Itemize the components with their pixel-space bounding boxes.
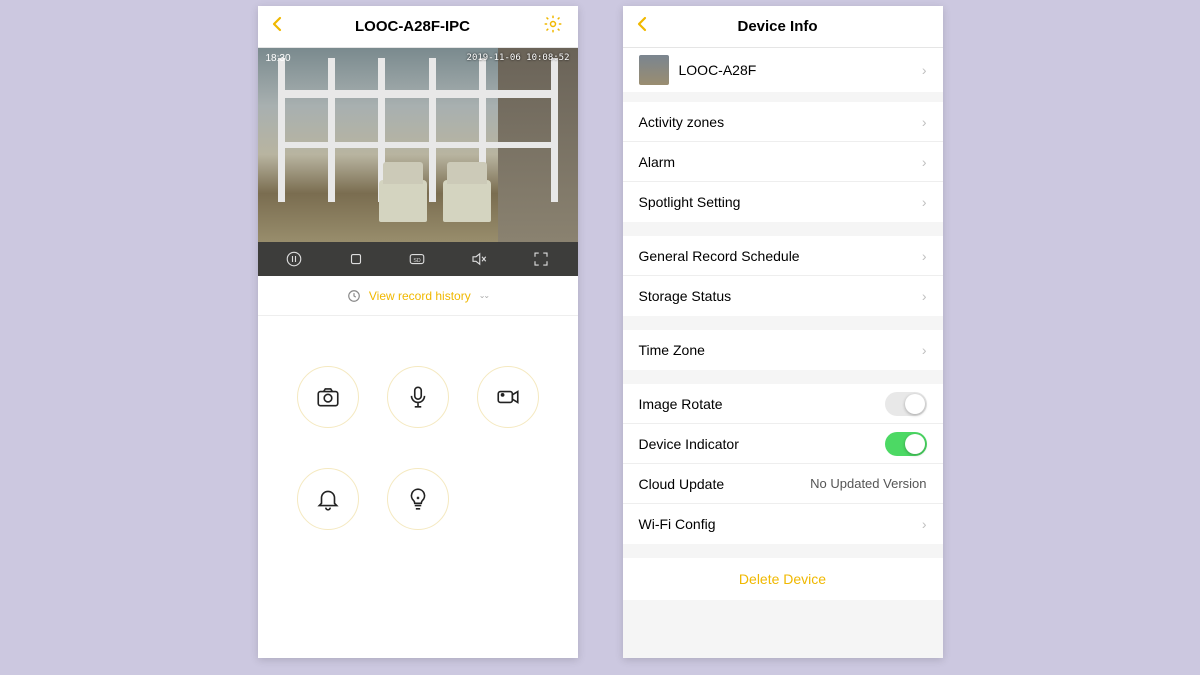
row-label: Time Zone xyxy=(639,342,705,358)
page-title: Device Info xyxy=(737,18,817,35)
device-indicator-row: Device Indicator xyxy=(623,424,943,464)
storage-status-row[interactable]: Storage Status › xyxy=(623,276,943,316)
chevron-right-icon: › xyxy=(922,114,927,130)
overlay-clock: 18:30 xyxy=(266,53,291,64)
back-button[interactable] xyxy=(272,16,282,37)
device-indicator-toggle[interactable] xyxy=(885,432,927,456)
row-label: Image Rotate xyxy=(639,396,723,412)
fullscreen-icon[interactable] xyxy=(532,250,550,268)
header: Device Info xyxy=(623,6,943,48)
chevron-right-icon: › xyxy=(922,288,927,304)
settings-button[interactable] xyxy=(543,14,563,39)
spotlight-row[interactable]: Spotlight Setting › xyxy=(623,182,943,222)
device-name-row[interactable]: LOOC-A28F › xyxy=(623,48,943,92)
record-schedule-row[interactable]: General Record Schedule › xyxy=(623,236,943,276)
history-icon xyxy=(347,289,361,303)
chevron-right-icon: › xyxy=(922,342,927,358)
chevron-right-icon: › xyxy=(922,516,927,532)
light-button[interactable] xyxy=(387,468,449,530)
live-view-screen: LOOC-A28F-IPC 18:30 2019-11-06 10:08:52 … xyxy=(258,6,578,658)
alert-button[interactable] xyxy=(297,468,359,530)
page-title: LOOC-A28F-IPC xyxy=(355,18,470,35)
chevron-right-icon: › xyxy=(922,194,927,210)
record-button[interactable] xyxy=(477,366,539,428)
alarm-row[interactable]: Alarm › xyxy=(623,142,943,182)
row-label: Storage Status xyxy=(639,288,732,304)
bulb-icon xyxy=(405,486,431,512)
time-zone-row[interactable]: Time Zone › xyxy=(623,330,943,370)
expand-icon: ⌄⌄ xyxy=(479,291,488,300)
activity-zones-row[interactable]: Activity zones › xyxy=(623,102,943,142)
sd-quality-icon[interactable]: SD xyxy=(408,250,426,268)
cloud-update-value: No Updated Version xyxy=(810,476,926,491)
pause-icon[interactable] xyxy=(285,250,303,268)
camera-icon xyxy=(315,384,341,410)
chevron-right-icon: › xyxy=(922,248,927,264)
history-button[interactable]: View record history ⌄⌄ xyxy=(258,276,578,316)
chevron-right-icon: › xyxy=(922,154,927,170)
delete-label: Delete Device xyxy=(739,571,826,587)
device-info-screen: Device Info LOOC-A28F › Activity zones ›… xyxy=(623,6,943,658)
device-name-label: LOOC-A28F xyxy=(679,62,757,78)
image-rotate-row: Image Rotate xyxy=(623,384,943,424)
back-button[interactable] xyxy=(637,16,647,37)
device-thumbnail xyxy=(639,55,669,85)
row-label: General Record Schedule xyxy=(639,248,800,264)
action-grid xyxy=(258,316,578,580)
snapshot-button[interactable] xyxy=(297,366,359,428)
row-label: Device Indicator xyxy=(639,436,739,452)
videocam-icon xyxy=(495,384,521,410)
camera-feed[interactable]: 18:30 2019-11-06 10:08:52 xyxy=(258,48,578,242)
history-label: View record history xyxy=(369,289,471,303)
talk-button[interactable] xyxy=(387,366,449,428)
cloud-update-row[interactable]: Cloud Update No Updated Version xyxy=(623,464,943,504)
video-controls: SD xyxy=(258,242,578,276)
overlay-timestamp: 2019-11-06 10:08:52 xyxy=(467,53,570,63)
mute-icon[interactable] xyxy=(470,250,488,268)
delete-device-button[interactable]: Delete Device xyxy=(623,558,943,600)
svg-text:SD: SD xyxy=(414,258,422,264)
bell-icon xyxy=(315,486,341,512)
row-label: Activity zones xyxy=(639,114,725,130)
row-label: Cloud Update xyxy=(639,476,725,492)
header: LOOC-A28F-IPC xyxy=(258,6,578,48)
row-label: Wi-Fi Config xyxy=(639,516,716,532)
chevron-right-icon: › xyxy=(922,62,927,78)
row-label: Alarm xyxy=(639,154,676,170)
mic-icon xyxy=(405,384,431,410)
image-rotate-toggle[interactable] xyxy=(885,392,927,416)
stop-icon[interactable] xyxy=(347,250,365,268)
row-label: Spotlight Setting xyxy=(639,194,741,210)
wifi-config-row[interactable]: Wi-Fi Config › xyxy=(623,504,943,544)
